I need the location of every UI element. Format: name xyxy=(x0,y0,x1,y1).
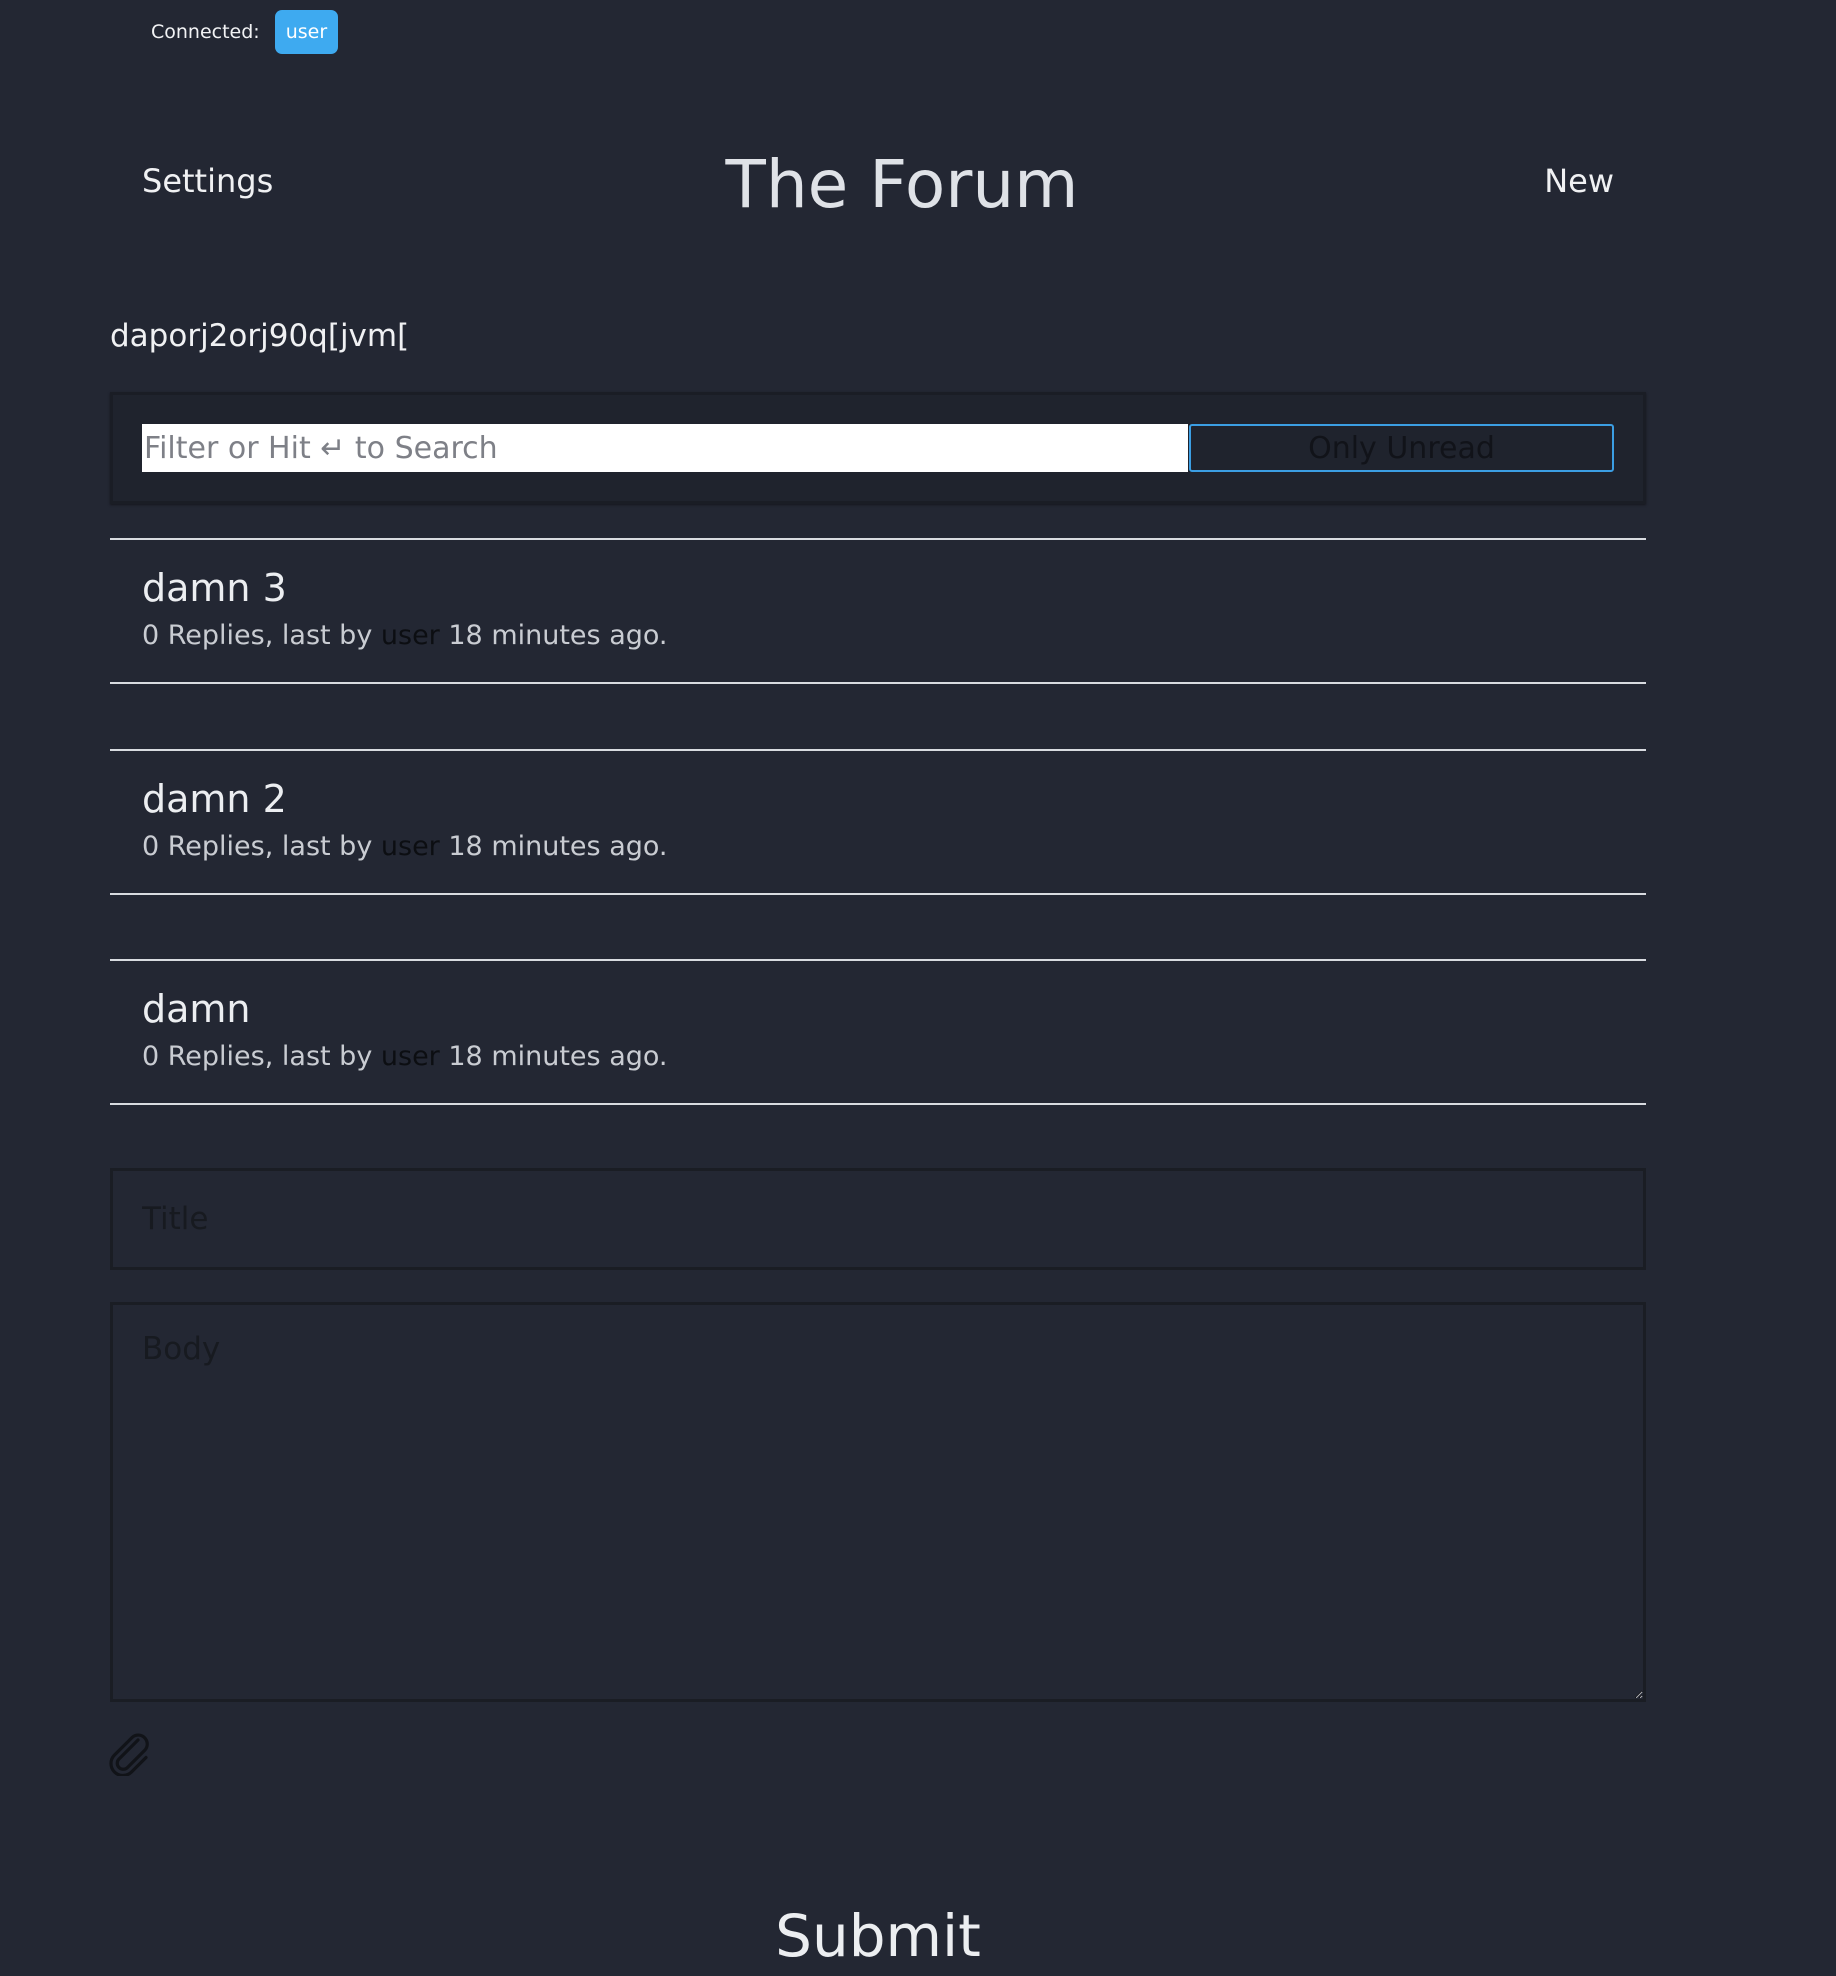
thread-meta: 0 Replies, last by user 18 minutes ago. xyxy=(142,1041,668,1072)
thread-replies: 0 Replies, last by xyxy=(142,620,381,651)
thread-item[interactable]: damn 0 Replies, last by user 18 minutes … xyxy=(110,959,1646,1105)
only-unread-button[interactable]: Only Unread xyxy=(1189,424,1614,472)
thread-time: 18 minutes ago. xyxy=(439,1041,668,1072)
connected-label: Connected: xyxy=(151,21,260,43)
thread-meta: 0 Replies, last by user 18 minutes ago. xyxy=(142,831,668,862)
page-title: The Forum xyxy=(725,146,1079,223)
thread-title: damn 3 xyxy=(142,566,287,610)
thread-item[interactable]: damn 2 0 Replies, last by user 18 minute… xyxy=(110,749,1646,895)
thread-time: 18 minutes ago. xyxy=(439,831,668,862)
thread-title: damn xyxy=(142,987,251,1031)
thread-item[interactable]: damn 3 0 Replies, last by user 18 minute… xyxy=(110,538,1646,684)
paperclip-icon[interactable] xyxy=(108,1732,152,1776)
thread-author[interactable]: user xyxy=(381,620,440,651)
connection-status: Connected: user xyxy=(151,10,339,54)
thread-title: damn 2 xyxy=(142,777,287,821)
submit-button[interactable]: Submit xyxy=(0,1896,1756,1976)
thread-meta: 0 Replies, last by user 18 minutes ago. xyxy=(142,620,668,651)
thread-replies: 0 Replies, last by xyxy=(142,831,381,862)
new-thread-body-input[interactable] xyxy=(110,1302,1646,1702)
filter-search-input[interactable] xyxy=(142,424,1188,472)
thread-replies: 0 Replies, last by xyxy=(142,1041,381,1072)
thread-author[interactable]: user xyxy=(381,831,440,862)
thread-author[interactable]: user xyxy=(381,1041,440,1072)
thread-time: 18 minutes ago. xyxy=(439,620,668,651)
forum-subtitle: daporj2orj90q[jvm[ xyxy=(110,318,410,354)
filter-panel: Only Unread xyxy=(110,392,1646,504)
user-badge[interactable]: user xyxy=(274,10,339,54)
new-thread-title-input[interactable] xyxy=(110,1168,1646,1270)
new-thread-link[interactable]: New xyxy=(1544,162,1614,200)
